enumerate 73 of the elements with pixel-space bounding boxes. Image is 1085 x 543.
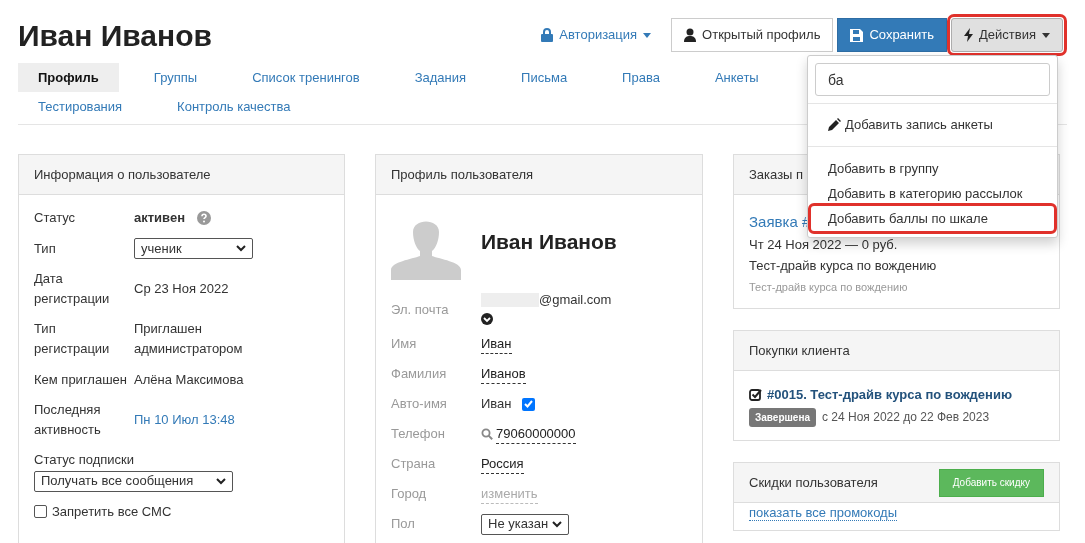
checkbox-checked-icon <box>749 388 762 402</box>
field-label: Тип <box>34 239 57 258</box>
select-field[interactable]: Получать все сообщения <box>34 470 233 492</box>
editable-value[interactable]: Иван <box>481 334 512 354</box>
menu-item[interactable]: Добавить баллы по шкале <box>811 206 1054 231</box>
field-label: Тип регистрации <box>34 320 111 358</box>
order-date: Чт 24 Ноя 2022 — 0 руб. <box>749 235 899 254</box>
nav-tab[interactable]: Анкеты <box>694 63 779 92</box>
chevron-down-icon <box>552 520 563 528</box>
status-value: активен <box>134 208 185 227</box>
profile-name: Иван Иванов <box>481 229 617 256</box>
search-icon[interactable] <box>481 428 493 440</box>
field-label: Город <box>391 485 428 504</box>
field-label: Пол <box>391 515 416 534</box>
field-value: Приглашен администратором <box>134 320 244 358</box>
show-promocodes-link[interactable]: показать все промокоды <box>749 505 898 521</box>
auto-name-checkbox[interactable] <box>521 397 535 411</box>
nav-tab[interactable]: Тестирования <box>18 92 143 121</box>
field-label: Страна <box>391 455 437 474</box>
order-note: Тест-драйв курса по вождению <box>749 279 909 295</box>
help-icon[interactable] <box>197 210 211 225</box>
field-label: Эл. почта <box>391 301 450 319</box>
last-activity-link[interactable]: Пн 10 Июл 13:48 <box>134 410 235 430</box>
nav-tab[interactable]: Группы <box>133 63 218 92</box>
editable-value[interactable]: 79060000000 <box>496 424 576 444</box>
open-profile-button[interactable]: Открытый профиль <box>671 18 834 52</box>
save-button[interactable]: Сохранить <box>837 18 948 52</box>
editable-value[interactable]: Россия <box>481 454 524 474</box>
nav-tab[interactable]: Профиль <box>18 63 119 92</box>
order-product: Тест-драйв курса по вождению <box>749 257 938 275</box>
menu-item[interactable]: Добавить в группу <box>808 156 1057 181</box>
panel-header: Информация о пользователе <box>19 155 344 195</box>
nav-tab[interactable]: Письма <box>501 63 588 92</box>
field-value: Ср 23 Ноя 2022 <box>134 280 230 298</box>
user-icon <box>684 28 697 42</box>
page-title: Иван Иванов <box>18 18 212 54</box>
subscription-label: Статус подписки <box>34 451 136 469</box>
nav-tab[interactable]: Список тренингов <box>232 63 380 92</box>
nav-tab[interactable]: Права <box>602 63 680 92</box>
nav-tab[interactable]: Задания <box>394 63 487 92</box>
field-value: Иван <box>481 395 512 414</box>
select-field[interactable]: ученик <box>134 238 253 259</box>
editable-value[interactable]: Иванов <box>481 364 526 384</box>
sms-block-checkbox[interactable]: Запретить все СМС <box>34 501 329 521</box>
field-label: Телефон <box>391 425 446 444</box>
field-label: Авто-имя <box>391 395 448 414</box>
menu-item[interactable]: Добавить запись анкеты <box>808 112 1057 137</box>
nav-tab[interactable]: Контроль качества <box>157 92 311 121</box>
field-label: Кем приглашен <box>34 370 128 389</box>
field-label: Фамилия <box>391 365 448 384</box>
panel-header: Профиль пользователя <box>376 155 702 195</box>
authorization-dropdown[interactable]: Авторизация <box>541 25 652 45</box>
pencil-icon <box>828 118 841 131</box>
chevron-circle-icon[interactable] <box>481 312 493 325</box>
email-value: @gmail.com <box>539 291 612 309</box>
field-label: Дата регистрации <box>34 270 111 308</box>
chevron-down-icon <box>216 477 226 485</box>
field-value: Алёна Максимова <box>134 370 245 389</box>
field-label: Имя <box>391 335 418 354</box>
status-badge: Завершена <box>749 407 816 427</box>
field-label: Статус <box>34 208 77 227</box>
caret-icon <box>643 32 652 38</box>
purchase-link[interactable]: #0015. Тест-драйв курса по вождению <box>767 385 1013 405</box>
lightning-icon <box>964 28 974 42</box>
field-label: Последняя активность <box>34 401 102 439</box>
select-field[interactable]: Не указан <box>481 513 570 535</box>
menu-search-field[interactable]: ба <box>815 63 1050 96</box>
caret-icon <box>1042 32 1050 38</box>
purchase-period: с 24 Ноя 2022 до 22 Фев 2023 <box>822 409 990 426</box>
chevron-down-icon <box>236 245 246 252</box>
panel-header: Покупки клиента <box>734 331 1059 371</box>
lock-icon <box>541 28 554 42</box>
panel-header: Скидки пользователя <box>749 473 878 492</box>
